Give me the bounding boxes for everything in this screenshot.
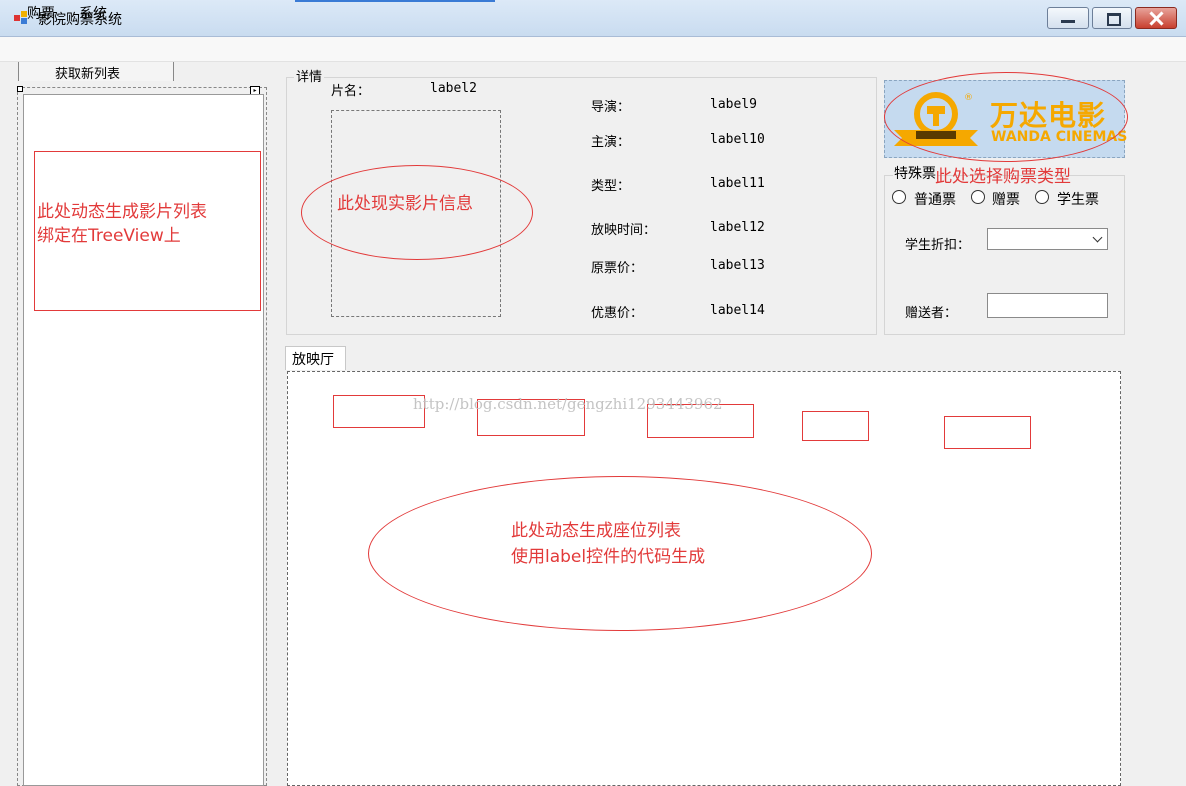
- actor-label: 主演：: [591, 135, 631, 150]
- director-label: 导演：: [591, 100, 631, 115]
- maximize-button[interactable]: [1092, 7, 1132, 29]
- special-ticket-title: 特殊票: [893, 163, 937, 183]
- tree-annotation: 此处动态生成影片列表 绑定在TreeView上: [37, 202, 207, 246]
- ticket-type-annotation: 此处选择购票类型: [935, 167, 1071, 187]
- type-value: label11: [710, 176, 765, 191]
- radio-gift-ticket[interactable]: [971, 190, 985, 204]
- radio-gift-label: 赠票: [992, 192, 1020, 208]
- giver-label: 赠送者：: [905, 306, 958, 321]
- seat-placeholder[interactable]: [944, 416, 1031, 449]
- discount-price-label: 优惠价：: [591, 306, 644, 321]
- radio-normal-ticket[interactable]: [892, 190, 906, 204]
- menu-system[interactable]: 系统: [79, 3, 107, 23]
- director-value: label9: [710, 97, 757, 112]
- title-bar: [0, 0, 1186, 37]
- menu-buy-tickets[interactable]: 购票: [27, 3, 55, 23]
- info-annotation: 此处现实影片信息: [337, 194, 473, 214]
- close-button[interactable]: [1135, 7, 1177, 29]
- name-value: label2: [430, 81, 477, 96]
- showtime-label: 放映时间：: [591, 223, 657, 238]
- title-accent: [295, 0, 495, 2]
- menu-bar: [0, 37, 1186, 62]
- refresh-list-button[interactable]: 获取新列表: [55, 63, 120, 82]
- radio-student-ticket[interactable]: [1035, 190, 1049, 204]
- logo-annotation-ellipse: [884, 72, 1128, 162]
- discount-price-value: label14: [710, 303, 765, 318]
- type-label: 类型：: [591, 179, 631, 194]
- actor-value: label10: [710, 132, 765, 147]
- student-discount-select[interactable]: [987, 228, 1108, 250]
- original-price-value: label13: [710, 258, 765, 273]
- details-title: 详情: [294, 66, 325, 85]
- showtime-value: label12: [710, 220, 765, 235]
- name-label: 片名：: [331, 84, 371, 99]
- minimize-button[interactable]: [1047, 7, 1089, 29]
- radio-student-label: 学生票: [1057, 192, 1099, 208]
- seat-annotation: 此处动态生成座位列表 使用label控件的代码生成: [511, 521, 706, 567]
- seat-placeholder[interactable]: [333, 395, 425, 428]
- seat-placeholder[interactable]: [802, 411, 869, 441]
- radio-normal-label: 普通票: [914, 192, 956, 208]
- watermark: http://blog.csdn.net/gengzhi1293443962: [413, 395, 723, 413]
- giver-input[interactable]: [987, 293, 1108, 318]
- student-discount-label: 学生折扣：: [905, 238, 971, 253]
- resize-handle[interactable]: [17, 86, 23, 92]
- original-price-label: 原票价：: [591, 261, 644, 276]
- tab-screening-hall-label: 放映厅: [292, 352, 334, 368]
